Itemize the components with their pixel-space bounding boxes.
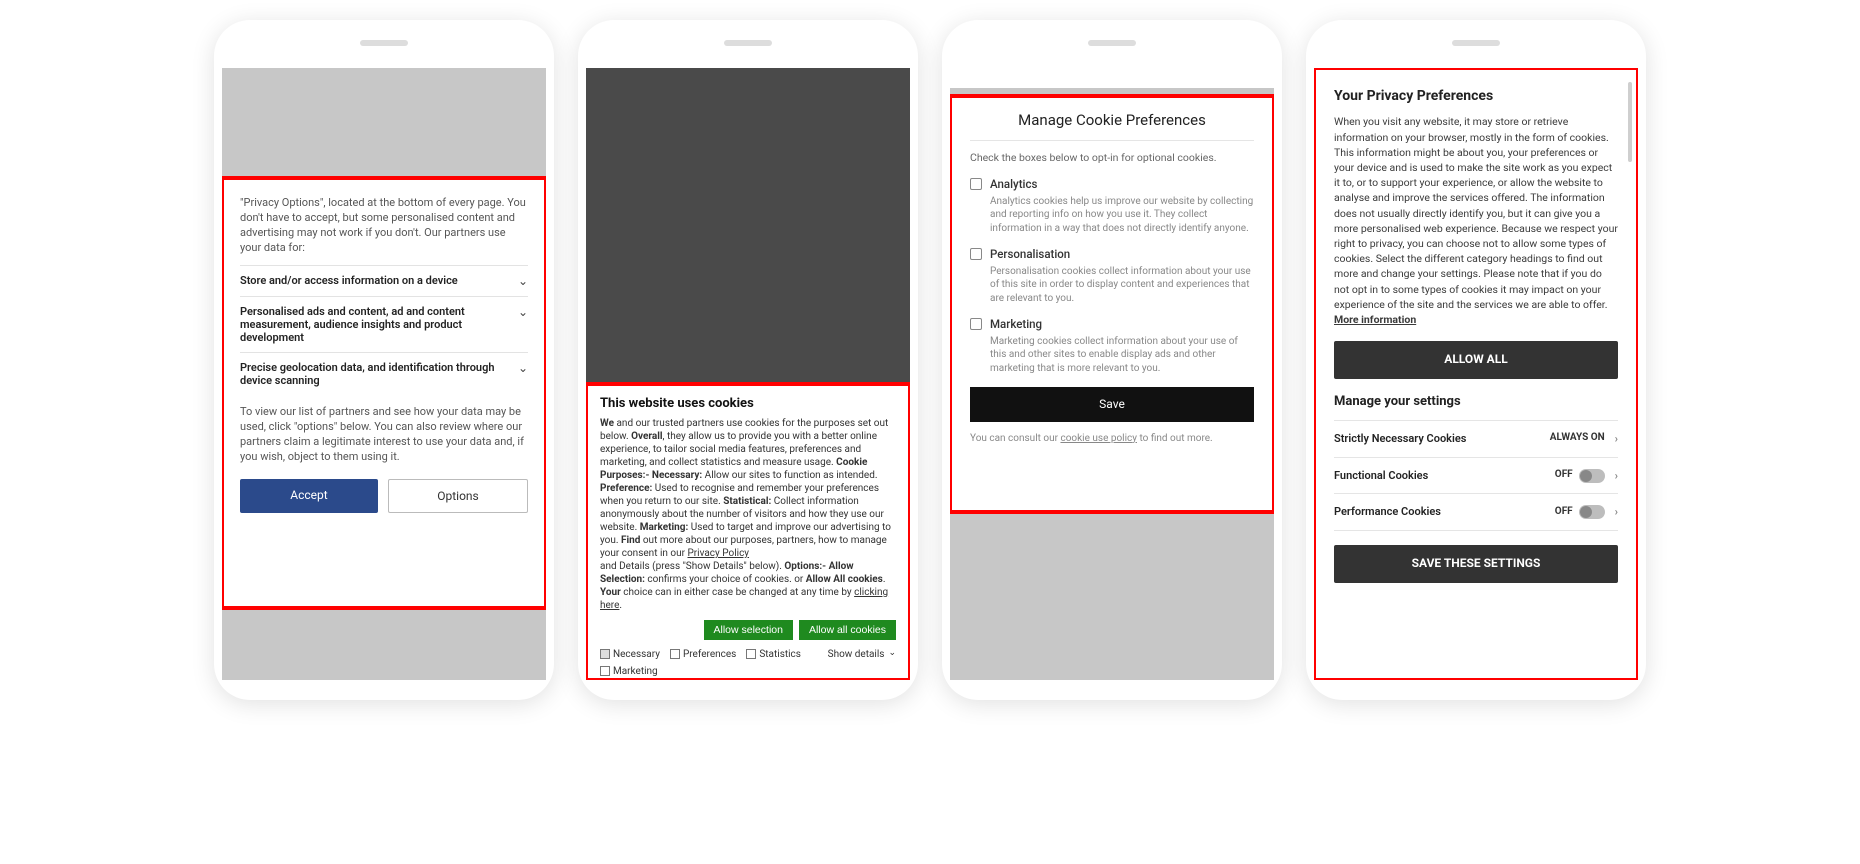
purpose-label: Personalised ads and content, ad and con… (240, 305, 518, 344)
checkbox-label: Marketing (613, 665, 658, 678)
checkbox-label: Necessary (613, 648, 660, 661)
category-desc: Analytics cookies help us improve our we… (990, 195, 1254, 236)
setting-label: Functional Cookies (1334, 468, 1555, 484)
chevron-down-icon: ⌄ (518, 361, 528, 375)
scrollbar[interactable] (1628, 82, 1632, 162)
cookie-dialog-1: "Privacy Options", located at the bottom… (222, 176, 546, 610)
purpose-row-3[interactable]: Precise geolocation data, and identifica… (240, 352, 528, 395)
cookie-dialog-4: Your Privacy Preferences When you visit … (1314, 68, 1638, 680)
speaker (360, 40, 408, 46)
checkbox-statistics[interactable]: Statistics (746, 648, 801, 661)
save-settings-button[interactable]: SAVE THESE SETTINGS (1334, 545, 1618, 582)
setting-row[interactable]: Functional CookiesOFF › (1334, 457, 1618, 494)
checkbox[interactable] (970, 318, 982, 330)
cookie-policy-link[interactable]: cookie use policy (1060, 433, 1137, 444)
screen: Manage Cookie Preferences Check the boxe… (950, 68, 1274, 680)
body-text: When you visit any website, it may store… (1334, 115, 1618, 311)
allow-selection-button[interactable]: Allow selection (704, 620, 793, 640)
purpose-label: Precise geolocation data, and identifica… (240, 361, 518, 387)
checkbox[interactable] (970, 248, 982, 260)
checkbox[interactable] (970, 178, 982, 190)
accept-button[interactable]: Accept (240, 479, 378, 513)
category-title: Analytics (990, 177, 1254, 193)
manage-settings-heading: Manage your settings (1334, 393, 1618, 412)
dialog-title: This website uses cookies (600, 396, 896, 413)
phone-frame-4: Your Privacy Preferences When you visit … (1306, 20, 1646, 700)
category-analytics: Analytics Analytics cookies help us impro… (970, 177, 1254, 235)
category-personalisation: Personalisation Personalisation cookies c… (970, 247, 1254, 305)
checkbox-icon (670, 649, 680, 659)
screen: This website uses cookies We and our tru… (586, 68, 910, 680)
checkbox-marketing[interactable]: Marketing (600, 665, 658, 678)
status-text: OFF (1555, 505, 1573, 520)
status-text: OFF (1555, 468, 1573, 483)
speaker (1088, 40, 1136, 46)
allow-all-button[interactable]: ALLOW ALL (1334, 341, 1618, 378)
top-whitebar (950, 68, 1274, 88)
dialog-title: Your Privacy Preferences (1334, 86, 1618, 106)
setting-status: OFF › (1555, 504, 1618, 520)
phone-frame-3: Manage Cookie Preferences Check the boxe… (942, 20, 1282, 700)
speaker (1452, 40, 1500, 46)
purpose-label: Store and/or access information on a dev… (240, 274, 518, 287)
checkbox-group: Necessary Preferences Statistics Marketing (600, 648, 828, 678)
screen: Your Privacy Preferences When you visit … (1314, 68, 1638, 680)
checkbox-necessary[interactable]: Necessary (600, 648, 660, 661)
status-text: ALWAYS ON (1550, 431, 1605, 446)
setting-label: Performance Cookies (1334, 504, 1555, 520)
policy-post: to find out more. (1137, 433, 1213, 444)
footer-text: To view our list of partners and see how… (240, 405, 528, 464)
checkbox-icon (600, 666, 610, 676)
more-information-link[interactable]: More information (1334, 313, 1416, 326)
toggle-switch[interactable] (1579, 469, 1605, 483)
chevron-right-icon: › (1615, 504, 1618, 520)
chevron-down-icon: ⌄ (518, 274, 528, 288)
category-title: Marketing (990, 317, 1254, 333)
show-details-label: Show details (828, 648, 885, 661)
chevron-down-icon: ⌄ (888, 648, 896, 660)
purpose-row-1[interactable]: Store and/or access information on a dev… (240, 265, 528, 296)
options-button[interactable]: Options (388, 479, 528, 513)
checkbox-icon (746, 649, 756, 659)
checkbox-icon (600, 649, 610, 659)
dialog-body: We and our trusted partners use cookies … (600, 417, 896, 612)
lead-text: Check the boxes below to opt-in for opti… (970, 151, 1254, 165)
category-desc: Personalisation cookies collect informat… (990, 265, 1254, 306)
setting-status: OFF › (1555, 468, 1618, 484)
setting-status: ALWAYS ON › (1550, 431, 1618, 447)
checkbox-preferences[interactable]: Preferences (670, 648, 736, 661)
cookie-dialog-2: This website uses cookies We and our tru… (586, 382, 910, 680)
checkbox-label: Statistics (759, 648, 801, 661)
allow-all-button[interactable]: Allow all cookies (799, 620, 896, 640)
category-desc: Marketing cookies collect information ab… (990, 335, 1254, 376)
policy-text: You can consult our cookie use policy to… (970, 432, 1254, 446)
toggle-switch[interactable] (1579, 505, 1605, 519)
save-button[interactable]: Save (970, 387, 1254, 421)
chevron-right-icon: › (1615, 468, 1618, 484)
show-details-toggle[interactable]: Show details ⌄ (828, 648, 896, 661)
phone-frame-2: This website uses cookies We and our tru… (578, 20, 918, 700)
chevron-down-icon: ⌄ (518, 305, 528, 319)
dialog-title: Manage Cookie Preferences (970, 110, 1254, 141)
category-marketing: Marketing Marketing cookies collect infor… (970, 317, 1254, 375)
setting-label: Strictly Necessary Cookies (1334, 431, 1550, 447)
category-title: Personalisation (990, 247, 1254, 263)
phone-frame-1: "Privacy Options", located at the bottom… (214, 20, 554, 700)
cookie-dialog-3: Manage Cookie Preferences Check the boxe… (950, 94, 1274, 514)
chevron-right-icon: › (1615, 431, 1618, 447)
setting-row[interactable]: Performance CookiesOFF › (1334, 493, 1618, 531)
screen: "Privacy Options", located at the bottom… (222, 68, 546, 680)
policy-pre: You can consult our (970, 433, 1060, 444)
speaker (724, 40, 772, 46)
purpose-row-2[interactable]: Personalised ads and content, ad and con… (240, 296, 528, 352)
checkbox-label: Preferences (683, 648, 736, 661)
intro-text: "Privacy Options", located at the bottom… (240, 196, 528, 255)
setting-row[interactable]: Strictly Necessary CookiesALWAYS ON › (1334, 420, 1618, 457)
dialog-body: When you visit any website, it may store… (1334, 114, 1618, 327)
